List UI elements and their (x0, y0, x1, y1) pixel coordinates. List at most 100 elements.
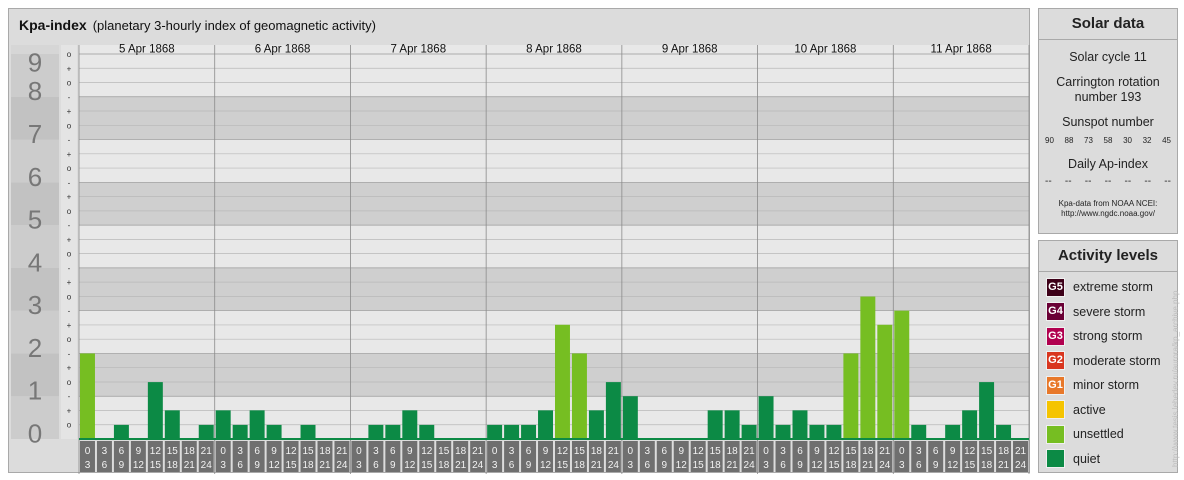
y-tick-label: 7 (28, 119, 42, 149)
kp-bar (911, 424, 927, 439)
interval-start-label: 3 (373, 446, 379, 457)
kpa-bar-chart: 0123456789o+-o+-o+-o+-o+-o+-o+-o+-o+o 5 A… (11, 44, 1030, 474)
kp-bar (724, 410, 740, 439)
interval-start-label: 18 (727, 446, 739, 457)
minor-tick-label: + (67, 406, 72, 415)
day-label: 5 Apr 1868 (119, 44, 175, 56)
interval-start-label: 21 (336, 446, 348, 457)
day-label: 6 Apr 1868 (255, 44, 311, 56)
interval-end-label: 24 (472, 460, 484, 471)
kp-bar (385, 424, 401, 439)
activity-levels-title: Activity levels (1039, 241, 1177, 272)
g4-badge: G4 (1046, 302, 1065, 322)
interval-start-label: 21 (608, 446, 620, 457)
interval-start-label: 6 (390, 446, 396, 457)
ap-value: -- (1124, 176, 1132, 187)
minor-tick-label: o (67, 335, 72, 344)
sunspot-values: 90 88 73 58 30 32 45 (1039, 136, 1177, 145)
interval-end-label: 21 (727, 460, 739, 471)
minor-tick-label: + (67, 321, 72, 330)
interval-start-label: 9 (543, 446, 549, 457)
data-credit: Kpa-data from NOAA NCEI: http://www.ngdc… (1039, 199, 1177, 219)
interval-start-label: 18 (998, 446, 1010, 457)
minor-tick-label: o (67, 121, 72, 130)
interval-start-label: 21 (879, 446, 891, 457)
interval-end-label: 21 (591, 460, 603, 471)
interval-end-label: 24 (608, 460, 620, 471)
minor-tick-label: - (68, 349, 71, 358)
kp-bar (622, 396, 638, 439)
ap-value: -- (1144, 176, 1152, 187)
interval-end-label: 3 (492, 460, 498, 471)
level-strong-storm: G3 strong storm (1039, 324, 1177, 349)
interval-start-label: 21 (201, 446, 213, 457)
interval-end-label: 9 (119, 460, 125, 471)
vertical-source-url: http://www.tesis.lebedev.ru/aurora/kp_ar… (1171, 290, 1180, 467)
interval-start-label: 0 (492, 446, 498, 457)
interval-start-label: 0 (899, 446, 905, 457)
interval-end-label: 15 (828, 460, 840, 471)
interval-end-label: 15 (421, 460, 433, 471)
interval-end-label: 12 (404, 460, 416, 471)
band (79, 267, 1029, 311)
kp-bar (894, 310, 910, 439)
kp-bar (996, 424, 1012, 439)
interval-end-label: 18 (845, 460, 857, 471)
kp-bar (164, 410, 180, 439)
minor-tick-label: o (67, 421, 72, 430)
kp-bar (843, 353, 859, 439)
kp-bar (945, 424, 961, 439)
minor-tick-label: o (67, 250, 72, 259)
interval-start-label: 6 (661, 446, 667, 457)
credit-link[interactable]: http://www.ngdc.noaa.gov/ (1039, 209, 1177, 219)
interval-end-label: 9 (526, 460, 532, 471)
interval-start-label: 21 (472, 446, 484, 457)
kp-bar (792, 410, 808, 439)
interval-end-label: 15 (285, 460, 297, 471)
ap-index-values: -- -- -- -- -- -- -- (1039, 176, 1177, 187)
y-tick-label: 0 (28, 418, 42, 448)
interval-end-label: 9 (933, 460, 939, 471)
interval-start-label: 3 (237, 446, 243, 457)
interval-start-label: 6 (119, 446, 125, 457)
interval-end-label: 24 (201, 460, 213, 471)
kp-bar (826, 424, 842, 439)
band (79, 54, 1029, 97)
level-label: quiet (1073, 451, 1101, 466)
interval-end-label: 21 (455, 460, 467, 471)
interval-end-label: 18 (981, 460, 993, 471)
level-unsettled: unsettled (1039, 422, 1177, 447)
interval-end-label: 12 (540, 460, 552, 471)
interval-end-label: 21 (319, 460, 331, 471)
interval-end-label: 9 (797, 460, 803, 471)
interval-start-label: 3 (780, 446, 786, 457)
band (79, 182, 1029, 226)
interval-end-label: 3 (85, 460, 91, 471)
sunspot-value: 90 (1045, 136, 1054, 145)
interval-end-label: 18 (438, 460, 450, 471)
kp-bar (979, 382, 995, 439)
interval-start-label: 18 (862, 446, 874, 457)
kp-bar (588, 410, 604, 439)
interval-start-label: 9 (678, 446, 684, 457)
kp-bar (215, 410, 231, 439)
interval-end-label: 9 (254, 460, 260, 471)
minor-tick-label: + (67, 278, 72, 287)
interval-end-label: 24 (744, 460, 756, 471)
interval-start-label: 0 (628, 446, 634, 457)
interval-start-label: 9 (271, 446, 277, 457)
interval-end-label: 21 (184, 460, 196, 471)
interval-end-label: 21 (862, 460, 874, 471)
kp-bar (80, 353, 95, 439)
interval-start-label: 6 (526, 446, 532, 457)
interval-end-label: 6 (237, 460, 243, 471)
kp-bar (962, 410, 978, 439)
interval-end-label: 18 (167, 460, 179, 471)
kp-bar (232, 424, 248, 439)
baseline (79, 438, 1029, 440)
kp-bar (860, 296, 876, 439)
interval-start-label: 0 (85, 446, 91, 457)
minor-tick-label: o (67, 292, 72, 301)
day-label: 9 Apr 1868 (662, 44, 718, 56)
interval-start-label: 15 (574, 446, 586, 457)
